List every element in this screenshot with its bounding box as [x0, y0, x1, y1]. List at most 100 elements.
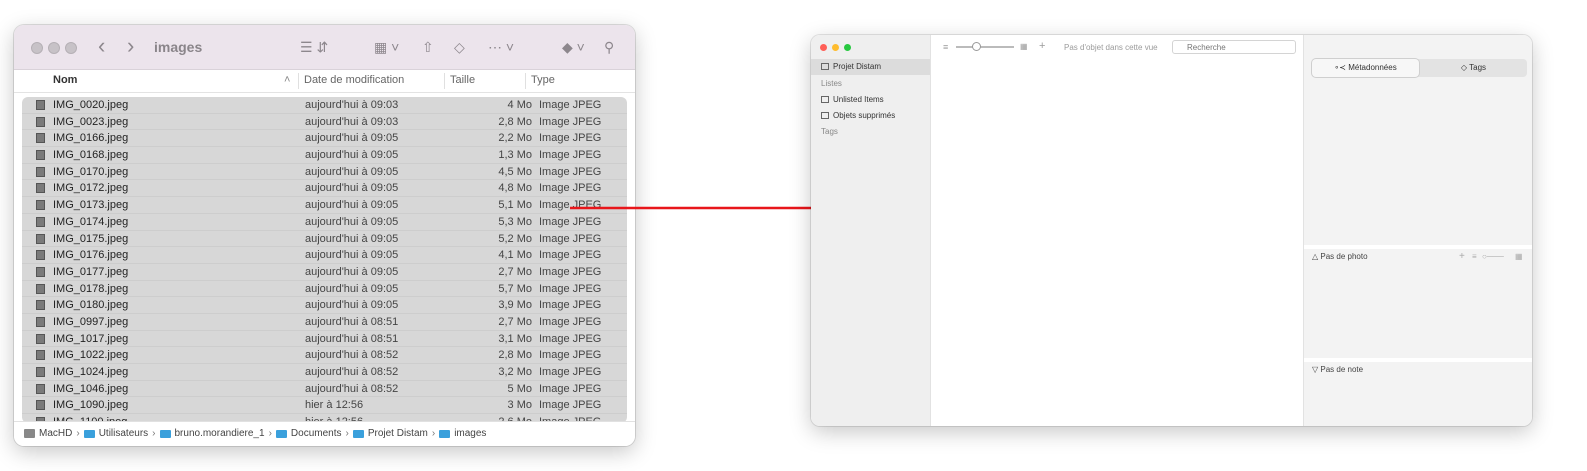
- file-row[interactable]: IMG_1090.jpeg hier à 12:56 3 Mo Image JPEG: [22, 397, 627, 415]
- file-row[interactable]: IMG_1022.jpeg aujourd'hui à 08:52 2,8 Mo Im…: [22, 347, 627, 364]
- file-size: 3,2 Mo: [498, 366, 532, 378]
- group-icon[interactable]: ▦ ˅: [374, 37, 399, 57]
- tab-metadata[interactable]: ∘≺ Métadonnées: [1312, 59, 1419, 77]
- share-icon[interactable]: ⇧: [422, 37, 434, 57]
- file-row[interactable]: IMG_0175.jpeg aujourd'hui à 09:05 5,2 Mo Im…: [22, 231, 627, 248]
- file-row[interactable]: IMG_0176.jpeg aujourd'hui à 09:05 4,1 Mo Im…: [22, 247, 627, 264]
- file-size: 3,1 Mo: [498, 332, 532, 345]
- minimize-button[interactable]: [48, 42, 60, 54]
- forward-icon[interactable]: ›: [127, 34, 134, 58]
- column-name[interactable]: Nom: [53, 74, 77, 86]
- file-date: aujourd'hui à 09:05: [305, 265, 399, 278]
- column-date[interactable]: Date de modification: [304, 74, 404, 86]
- breadcrumb-label: bruno.morandiere_1: [174, 428, 265, 439]
- file-row[interactable]: IMG_1017.jpeg aujourd'hui à 08:51 3,1 Mo Im…: [22, 331, 627, 348]
- add-icon[interactable]: +: [1039, 40, 1045, 52]
- file-type: Image JPEG: [539, 399, 602, 412]
- file-row[interactable]: IMG_0020.jpeg aujourd'hui à 09:03 4 Mo Imag…: [22, 97, 627, 114]
- file-size: 5,1 Mo: [498, 199, 532, 212]
- photo-grid-view-icon[interactable]: ▦: [1515, 252, 1523, 261]
- file-row[interactable]: IMG_0168.jpeg aujourd'hui à 09:05 1,3 Mo Im…: [22, 147, 627, 164]
- file-row[interactable]: IMG_0166.jpeg aujourd'hui à 09:05 2,2 Mo Im…: [22, 130, 627, 148]
- column-divider[interactable]: [525, 73, 526, 89]
- sidebar-item-deleted[interactable]: Objets supprimés: [821, 111, 895, 120]
- file-row[interactable]: IMG_0178.jpeg aujourd'hui à 09:05 5,7 Mo Im…: [22, 281, 627, 298]
- file-row[interactable]: IMG_0170.jpeg aujourd'hui à 09:05 4,5 Mo Im…: [22, 164, 627, 181]
- breadcrumb-item[interactable]: bruno.morandiere_1: [159, 428, 265, 439]
- file-row[interactable]: IMG_0173.jpeg aujourd'hui à 09:05 5,1 Mo Im…: [22, 197, 627, 214]
- finder-toolbar: ‹ › images ☰ ⇵ ▦ ˅ ⇧ ◇ ⋯ ˅ ◆ ˅ ⚲: [14, 25, 635, 70]
- file-row[interactable]: IMG_1046.jpeg aujourd'hui à 08:52 5 Mo Imag…: [22, 381, 627, 398]
- file-row[interactable]: IMG_0997.jpeg aujourd'hui à 08:51 2,7 Mo Im…: [22, 314, 627, 331]
- sidebar-item-project[interactable]: Projet Distam: [821, 62, 881, 71]
- breadcrumb-item[interactable]: Utilisateurs: [83, 428, 148, 439]
- column-divider[interactable]: [444, 73, 445, 89]
- column-type[interactable]: Type: [531, 74, 555, 86]
- tag-icon[interactable]: ◇: [454, 37, 465, 57]
- photo-list-view-icon[interactable]: ≡: [1472, 252, 1477, 261]
- file-name: IMG_1046.jpeg: [53, 382, 129, 395]
- grid-view-icon[interactable]: ▦: [1020, 42, 1028, 51]
- disk-icon: [24, 429, 35, 438]
- more-icon[interactable]: ⋯ ˅: [488, 37, 514, 57]
- file-name: IMG_1022.jpeg: [53, 349, 129, 362]
- file-row[interactable]: IMG_1024.jpeg aujourd'hui à 08:52 3,2 Mo Im…: [22, 364, 627, 381]
- add-photo-icon[interactable]: +: [1459, 251, 1465, 262]
- folder-icon: [83, 429, 95, 438]
- inspector-panel: ∘≺ Métadonnées ◇ Tags △ Pas de photo + ≡…: [1303, 35, 1532, 426]
- photo-panel-header: △ Pas de photo: [1312, 252, 1368, 261]
- breadcrumb-separator: ›: [431, 428, 436, 439]
- column-size[interactable]: Taille: [450, 74, 475, 86]
- zoom-button[interactable]: [65, 42, 77, 54]
- zoom-button[interactable]: [844, 44, 851, 51]
- back-icon[interactable]: ‹: [98, 34, 105, 58]
- file-date: aujourd'hui à 09:05: [305, 232, 399, 245]
- file-date: aujourd'hui à 09:03: [305, 99, 399, 111]
- file-date: aujourd'hui à 09:05: [305, 165, 399, 178]
- file-name: IMG_0180.jpeg: [53, 299, 129, 312]
- breadcrumb-item[interactable]: Documents: [275, 428, 342, 439]
- jpeg-thumbnail-icon: [36, 316, 45, 327]
- file-row[interactable]: IMG_0023.jpeg aujourd'hui à 09:03 2,8 Mo Im…: [22, 114, 627, 131]
- file-size: 5,7 Mo: [498, 282, 532, 295]
- file-row[interactable]: IMG_0177.jpeg aujourd'hui à 09:05 2,7 Mo Im…: [22, 264, 627, 281]
- file-date: aujourd'hui à 09:05: [305, 282, 399, 295]
- file-type: Image JPEG: [539, 366, 602, 378]
- sort-chevron-icon[interactable]: ˄: [284, 74, 290, 86]
- file-list[interactable]: IMG_0020.jpeg aujourd'hui à 09:03 4 Mo Imag…: [22, 97, 627, 423]
- minimize-button[interactable]: [832, 44, 839, 51]
- breadcrumb-item[interactable]: images: [439, 428, 486, 439]
- file-row[interactable]: IMG_0172.jpeg aujourd'hui à 09:05 4,8 Mo Im…: [22, 180, 627, 198]
- slider-knob[interactable]: [972, 42, 981, 51]
- file-date: aujourd'hui à 09:05: [305, 182, 399, 195]
- jpeg-thumbnail-icon: [36, 116, 45, 127]
- column-divider[interactable]: [298, 73, 299, 89]
- file-type: Image JPEG: [539, 165, 602, 178]
- file-size: 3 Mo: [507, 399, 532, 412]
- file-row[interactable]: IMG_0174.jpeg aujourd'hui à 09:05 5,3 Mo Im…: [22, 214, 627, 231]
- list-view-icon[interactable]: ☰ ⇵: [300, 37, 328, 57]
- file-type: Image JPEG: [539, 115, 602, 128]
- close-button[interactable]: [820, 44, 827, 51]
- list-view-icon[interactable]: ≡: [943, 42, 948, 52]
- file-size: 2,8 Mo: [498, 349, 532, 362]
- search-input[interactable]: [1172, 40, 1296, 54]
- search-icon[interactable]: ⚲: [604, 37, 614, 57]
- breadcrumb-item[interactable]: Projet Distam: [352, 428, 428, 439]
- breadcrumb-label: Documents: [290, 428, 342, 439]
- tab-tags[interactable]: ◇ Tags: [1420, 59, 1527, 77]
- dropbox-icon[interactable]: ◆ ˅: [562, 37, 585, 57]
- zoom-slider[interactable]: [956, 46, 1014, 48]
- file-date: aujourd'hui à 09:05: [305, 132, 399, 145]
- breadcrumb-item[interactable]: MacHD: [24, 428, 72, 439]
- file-row[interactable]: IMG_0180.jpeg aujourd'hui à 09:05 3,9 Mo Im…: [22, 297, 627, 314]
- photo-zoom-slider[interactable]: ○───: [1482, 252, 1504, 261]
- jpeg-thumbnail-icon: [36, 100, 45, 110]
- empty-view-text: Pas d'objet dans cette vue: [1064, 43, 1158, 52]
- window-title: images: [154, 39, 203, 55]
- breadcrumb-separator: ›: [268, 428, 272, 439]
- close-button[interactable]: [31, 42, 43, 54]
- file-date: aujourd'hui à 09:05: [305, 199, 399, 212]
- sidebar-item-unlisted[interactable]: Unlisted Items: [821, 95, 884, 104]
- file-name: IMG_0170.jpeg: [53, 165, 129, 178]
